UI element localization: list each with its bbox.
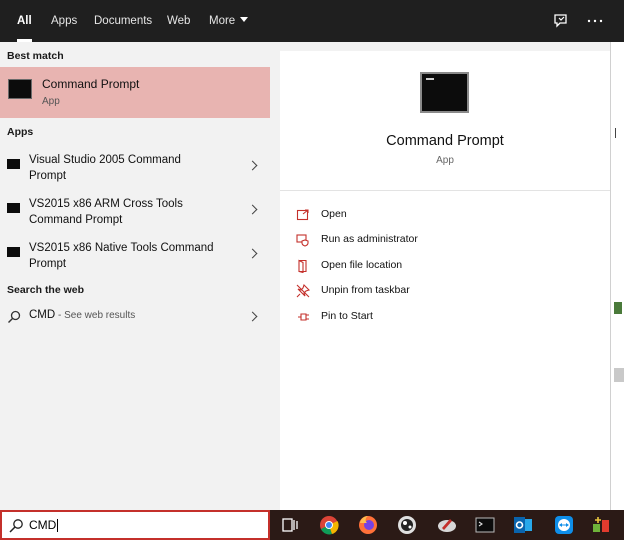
- app-name: Visual Studio 2005 Command Prompt: [29, 154, 181, 182]
- search-icon: [8, 310, 21, 323]
- list-item[interactable]: Visual Studio 2005 Command Prompt: [0, 150, 270, 192]
- tab-documents[interactable]: Documents: [94, 0, 152, 42]
- feedback-icon[interactable]: [552, 12, 570, 30]
- chevron-right-icon[interactable]: [247, 311, 258, 322]
- search-input-value: CMD: [29, 518, 59, 533]
- chevron-right-icon[interactable]: [247, 204, 258, 215]
- teamviewer-icon[interactable]: [553, 514, 575, 536]
- folder-icon: [298, 259, 307, 273]
- best-match-subtitle: App: [42, 96, 60, 107]
- preview-subtitle: App: [436, 155, 454, 166]
- more-options-icon[interactable]: [586, 12, 604, 30]
- app-icon[interactable]: [396, 514, 418, 536]
- chrome-icon[interactable]: [318, 514, 340, 536]
- best-match-item[interactable]: Command Prompt App: [0, 67, 270, 118]
- background-mark: [614, 368, 624, 382]
- list-item[interactable]: VS2015 x86 ARM Cross Tools Command Prompt: [0, 194, 270, 236]
- command-prompt-icon: [420, 72, 469, 113]
- unpin-icon: [296, 284, 310, 298]
- shield-icon: [296, 234, 309, 247]
- tab-more[interactable]: More: [209, 0, 249, 42]
- open-icon: [296, 209, 309, 221]
- chevron-down-icon: [240, 17, 249, 23]
- command-prompt-icon[interactable]: [474, 514, 496, 536]
- web-result-item[interactable]: CMD - See web results: [0, 304, 270, 330]
- action-pin-to-start[interactable]: Pin to Start: [296, 307, 596, 327]
- list-item[interactable]: VS2015 x86 Native Tools Command Prompt: [0, 238, 270, 280]
- preview-panel: Command Prompt App Open Run as administr…: [280, 51, 610, 510]
- app-tool-icon[interactable]: [590, 514, 612, 536]
- command-prompt-icon: [7, 159, 20, 169]
- tab-apps[interactable]: Apps: [51, 0, 77, 42]
- best-match-heading: Best match: [7, 50, 64, 62]
- pin-icon: [298, 313, 309, 321]
- app-name: VS2015 x86 ARM Cross Tools Command Prompt: [29, 198, 183, 226]
- best-match-title: Command Prompt: [42, 77, 140, 91]
- divider: [280, 190, 610, 191]
- search-web-heading: Search the web: [7, 284, 85, 296]
- search-input[interactable]: CMD: [0, 510, 270, 540]
- tab-all[interactable]: All: [17, 0, 32, 42]
- search-tabs-bar: All Apps Documents Web More: [0, 0, 624, 42]
- task-view-icon[interactable]: [279, 514, 301, 536]
- action-unpin-from-taskbar[interactable]: Unpin from taskbar: [296, 281, 596, 301]
- background-window: [610, 42, 624, 510]
- paint-icon[interactable]: [436, 514, 458, 536]
- preview-title: Command Prompt: [386, 133, 504, 149]
- tab-web[interactable]: Web: [167, 0, 190, 42]
- background-mark: [614, 302, 622, 314]
- web-result-text: CMD - See web results: [29, 309, 136, 321]
- command-prompt-icon: [7, 247, 20, 257]
- tab-more-label: More: [209, 15, 236, 27]
- search-icon: [9, 519, 23, 533]
- action-run-as-admin[interactable]: Run as administrator: [296, 230, 596, 250]
- chevron-right-icon[interactable]: [247, 160, 258, 171]
- apps-heading: Apps: [7, 126, 34, 138]
- action-open[interactable]: Open: [296, 205, 596, 225]
- app-name: VS2015 x86 Native Tools Command Prompt: [29, 242, 214, 270]
- outlook-icon[interactable]: [512, 514, 534, 536]
- command-prompt-icon: [8, 79, 32, 99]
- background-mark: [615, 128, 619, 138]
- results-panel: Best match Command Prompt App Apps Visua…: [0, 42, 270, 510]
- firefox-icon[interactable]: [357, 514, 379, 536]
- command-prompt-icon: [7, 203, 20, 213]
- action-open-file-location[interactable]: Open file location: [296, 256, 596, 276]
- chevron-right-icon[interactable]: [247, 248, 258, 259]
